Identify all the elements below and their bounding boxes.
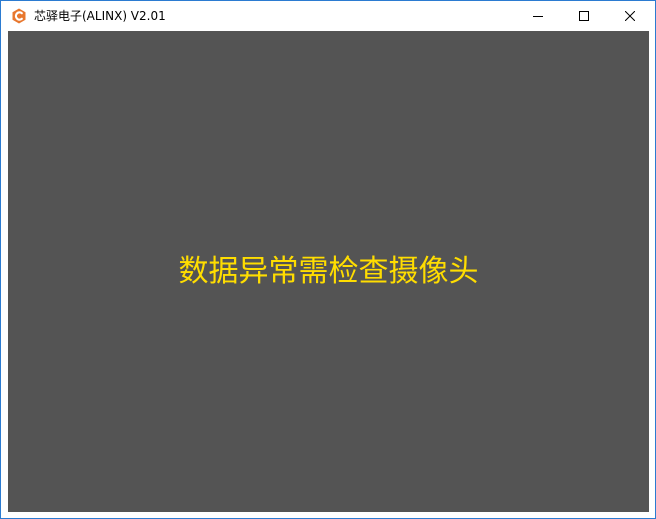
title-bar[interactable]: 芯驿电子(ALINX) V2.01 bbox=[1, 1, 655, 31]
minimize-icon bbox=[533, 11, 543, 21]
alinx-logo-icon bbox=[11, 8, 27, 24]
camera-error-message: 数据异常需检查摄像头 bbox=[178, 254, 479, 289]
close-button[interactable] bbox=[607, 1, 653, 31]
window-title: 芯驿电子(ALINX) V2.01 bbox=[34, 9, 166, 23]
close-icon bbox=[625, 11, 635, 21]
maximize-button[interactable] bbox=[561, 1, 607, 31]
minimize-button[interactable] bbox=[515, 1, 561, 31]
video-display-area: 数据异常需检查摄像头 bbox=[8, 31, 649, 512]
maximize-icon bbox=[579, 11, 589, 21]
app-window: 芯驿电子(ALINX) V2.01 数据异常需检查摄像头 bbox=[0, 0, 656, 519]
